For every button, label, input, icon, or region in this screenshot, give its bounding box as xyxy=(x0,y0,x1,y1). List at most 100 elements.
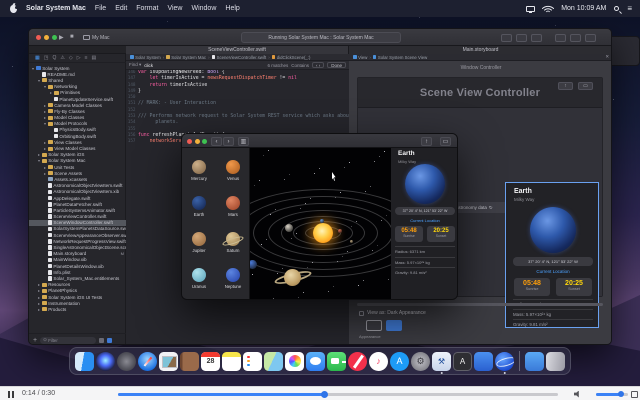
filter-field[interactable]: ⊙ Filter xyxy=(40,336,97,344)
toggle-debug-button[interactable] xyxy=(570,33,581,42)
dock-icon-calendar[interactable]: 28 xyxy=(201,351,220,371)
find-mode-label[interactable]: Find ▾ xyxy=(129,62,141,68)
stop-button[interactable]: ■ xyxy=(70,34,74,40)
spotlight-search-icon[interactable] xyxy=(614,6,620,11)
menu-item-view[interactable]: View xyxy=(167,5,182,12)
dock-icon-files[interactable] xyxy=(474,351,493,371)
share-icon[interactable]: ↑ xyxy=(421,136,432,146)
editor-jump-bar[interactable]: Solar System › Solar System Mac › SceneViewC… xyxy=(126,54,349,61)
fullscreen-segment-icon[interactable]: ▭ xyxy=(578,82,593,90)
solar-system-scene[interactable] xyxy=(250,148,391,299)
find-input[interactable]: click xyxy=(144,63,153,68)
app-title-bar[interactable]: ‹ › ▥ ↑ ▭ xyxy=(182,134,457,148)
zoom-button[interactable] xyxy=(202,138,207,144)
navigator-tab-icon-6[interactable]: ≡ xyxy=(85,55,88,61)
planet-item-saturn[interactable]: Saturn xyxy=(216,232,250,253)
close-button[interactable] xyxy=(187,138,192,144)
back-button[interactable]: ‹ xyxy=(211,136,222,146)
menu-item-file[interactable]: File xyxy=(95,5,106,12)
volume-handle[interactable] xyxy=(617,391,624,397)
view-as-control[interactable]: View as: Dark Appearance xyxy=(359,310,426,316)
horizontal-scrollbar[interactable] xyxy=(357,303,603,306)
dock-icon-messages[interactable] xyxy=(306,351,325,371)
dock-icon-maps[interactable] xyxy=(264,351,283,371)
scene-planet[interactable] xyxy=(285,224,293,232)
find-prev-next-buttons[interactable]: ‹ › xyxy=(311,61,325,69)
editor-version-button[interactable] xyxy=(531,33,542,42)
dock-icon-reminders[interactable] xyxy=(243,351,262,371)
recent-filter-icon[interactable] xyxy=(99,337,105,343)
tab-main-storyboard[interactable]: Main.storyboard xyxy=(349,46,611,54)
notification-center-icon[interactable]: ≡ xyxy=(627,4,632,13)
dock-icon-photos[interactable] xyxy=(285,351,304,371)
navigator-tab-icon-5[interactable]: ▷ xyxy=(77,55,81,61)
close-button[interactable] xyxy=(36,35,41,40)
dock-icon-preview[interactable] xyxy=(159,351,178,371)
dock-icon-launchpad[interactable] xyxy=(117,351,136,371)
source-control-filter-icon[interactable] xyxy=(107,337,113,343)
dock-icon-news[interactable] xyxy=(348,351,367,371)
share-icon[interactable]: ↑ xyxy=(558,82,573,90)
jump-crumb[interactable]: Solar System Mac xyxy=(166,55,206,60)
forward-button[interactable]: › xyxy=(223,136,234,146)
display-mirroring-icon[interactable] xyxy=(526,5,536,13)
light-appearance-button[interactable] xyxy=(366,320,382,331)
toggle-navigator-button[interactable] xyxy=(555,33,566,42)
current-location-link[interactable]: Current Location xyxy=(391,218,457,223)
scene-planet[interactable] xyxy=(338,229,342,233)
dock-icon-automator[interactable]: A xyxy=(453,351,472,371)
dock-icon-safari[interactable] xyxy=(138,351,157,371)
jump-crumb[interactable]: didClickScene(_:) xyxy=(271,55,310,60)
dock-icon-itunes[interactable]: ♪ xyxy=(369,351,388,371)
navigator-tab-icon-1[interactable]: ◳ xyxy=(44,55,49,61)
refresh-icon[interactable]: ↻ xyxy=(489,205,493,211)
current-location-link[interactable]: Current Location xyxy=(506,269,598,274)
dock-icon-notes[interactable] xyxy=(222,351,241,371)
menu-item-format[interactable]: Format xyxy=(136,5,158,12)
jump-crumb[interactable]: View xyxy=(353,55,367,60)
jump-crumb[interactable]: Solar System Scene View xyxy=(372,55,427,60)
planet-item-mercury[interactable]: Mercury xyxy=(182,160,216,181)
close-crumb-icon[interactable]: ✕ xyxy=(605,54,609,60)
dock-icon-siri[interactable] xyxy=(96,351,115,371)
planet-item-venus[interactable]: Venus xyxy=(216,160,250,181)
scene-planet[interactable] xyxy=(350,240,353,243)
menu-item-edit[interactable]: Edit xyxy=(115,5,127,12)
dock-icon-finder[interactable] xyxy=(75,351,94,371)
run-button[interactable]: ▶ xyxy=(59,34,64,41)
navigator-tab-icon-3[interactable]: ⚠ xyxy=(60,55,64,61)
dark-appearance-button[interactable] xyxy=(386,320,402,331)
dock-icon-trash[interactable] xyxy=(546,351,565,371)
planet-item-uranus[interactable]: Uranus xyxy=(182,268,216,289)
file-row-products[interactable]: ▸ Products xyxy=(29,306,126,312)
scheme-selector[interactable]: My Mac xyxy=(83,33,110,42)
jump-crumb[interactable]: Solar System xyxy=(130,55,161,60)
saturn-3d[interactable] xyxy=(273,266,313,290)
volume-icon[interactable] xyxy=(574,390,579,398)
dock-icon-xcode[interactable]: ⚒ xyxy=(432,351,451,371)
wifi-icon[interactable] xyxy=(541,1,555,15)
seek-bar[interactable] xyxy=(118,390,558,398)
planet-item-jupiter[interactable]: Jupiter xyxy=(182,232,216,253)
storyboard-earth-panel[interactable]: Earth Milky Way 37° 20' 4" N, 121° 53' 2… xyxy=(505,182,599,328)
find-done-button[interactable]: Done xyxy=(327,61,346,69)
sidebar-toggle-icon[interactable]: ▥ xyxy=(238,136,249,146)
planet-item-neptune[interactable]: Neptune xyxy=(216,268,250,289)
zoom-button[interactable] xyxy=(52,35,57,40)
menu-item-help[interactable]: Help xyxy=(225,5,239,12)
planet-item-earth[interactable]: Earth xyxy=(182,196,216,217)
navigator-tab-icon-0[interactable]: ▦ xyxy=(35,55,40,61)
seek-handle[interactable] xyxy=(321,390,329,398)
planet-item-mars[interactable]: Mars xyxy=(216,196,250,217)
dock-icon-facetime[interactable] xyxy=(327,351,346,371)
storyboard-jump-bar[interactable]: View › Solar System Scene View ✕ xyxy=(349,54,611,61)
minimize-button[interactable] xyxy=(194,138,200,144)
menu-app-name[interactable]: Solar System Mac xyxy=(26,5,86,12)
apple-menu-icon[interactable] xyxy=(10,4,18,13)
add-file-button[interactable]: + xyxy=(33,337,37,344)
dock-icon-solar-system[interactable] xyxy=(495,351,514,371)
dock-icon-appstore[interactable]: A xyxy=(390,351,409,371)
dock-icon-downloads[interactable] xyxy=(525,351,544,371)
jump-crumb[interactable]: SceneViewController.swift xyxy=(211,55,266,60)
view-options-icon[interactable]: ▭ xyxy=(440,136,451,146)
